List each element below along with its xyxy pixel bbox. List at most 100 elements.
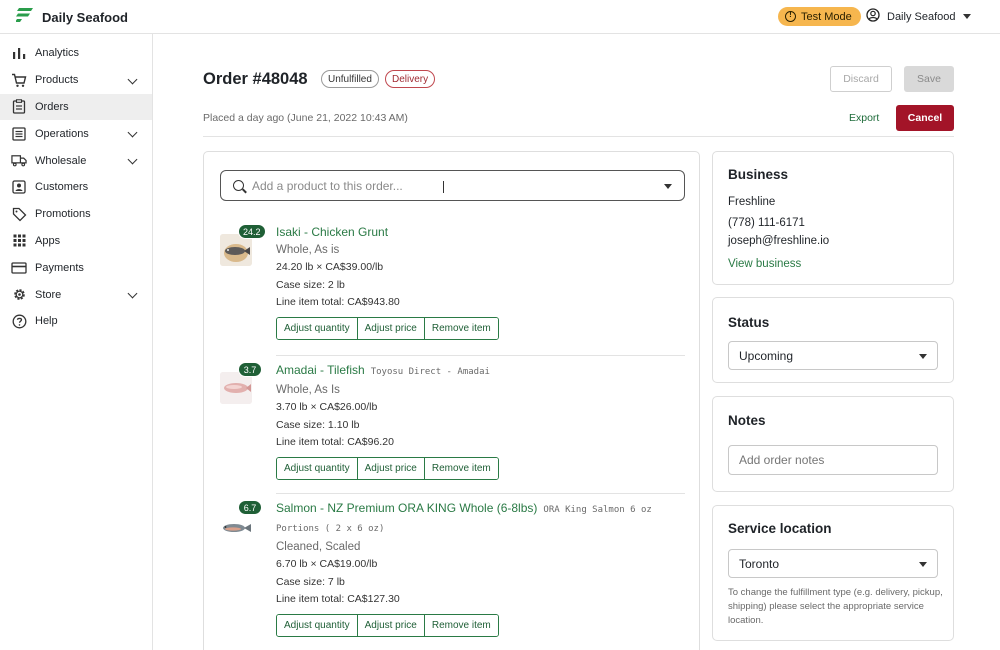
- top-bar: Daily Seafood Test Mode Daily Seafood: [0, 0, 1000, 34]
- sidebar-item-label: Promotions: [35, 208, 91, 221]
- status-select[interactable]: Upcoming: [728, 341, 938, 370]
- sidebar-item-apps[interactable]: Apps: [0, 228, 152, 255]
- sidebar-item-customers[interactable]: Customers: [0, 174, 152, 201]
- line-item-total: Line item total: CA$943.80: [276, 296, 400, 308]
- clipboard-icon: [11, 99, 27, 115]
- service-location-help: To change the fulfillment type (e.g. del…: [728, 587, 943, 626]
- sidebar-item-analytics[interactable]: Analytics: [0, 40, 152, 67]
- product-search-input[interactable]: [252, 178, 632, 193]
- sidebar-item-payments[interactable]: Payments: [0, 254, 152, 281]
- product-variant: Cleaned, Scaled: [276, 541, 361, 553]
- chevron-down-icon: [919, 354, 927, 359]
- status-card: Status Upcoming: [712, 297, 954, 383]
- truck-icon: [11, 153, 27, 169]
- save-button[interactable]: Save: [904, 66, 954, 92]
- gear-icon: [11, 287, 27, 303]
- sidebar-item-label: Wholesale: [35, 154, 87, 167]
- business-card: Business Freshline (778) 111-6171 joseph…: [712, 151, 954, 285]
- cart-icon: [11, 72, 27, 88]
- view-business-link[interactable]: View business: [728, 258, 801, 270]
- service-location-card: Service location Toronto To change the f…: [712, 505, 954, 641]
- sidebar-item-store[interactable]: Store: [0, 281, 152, 308]
- product-name[interactable]: Salmon - NZ Premium ORA KING Whole (6-8l…: [276, 501, 537, 515]
- order-notes-input[interactable]: [728, 445, 938, 475]
- product-search[interactable]: [220, 170, 685, 201]
- search-icon: [233, 180, 244, 191]
- service-location-heading: Service location: [728, 521, 832, 536]
- product-name-link[interactable]: Salmon - NZ Premium ORA KING Whole (6-8l…: [276, 500, 681, 538]
- remove-item-button[interactable]: Remove item: [423, 457, 498, 479]
- adjust-price-button[interactable]: Adjust price: [356, 317, 424, 339]
- item-actions: Adjust quantity Adjust price Remove item: [276, 456, 499, 480]
- brand-logo-icon: [15, 7, 34, 28]
- person-icon: [11, 179, 27, 195]
- price-line: 24.20 lb × CA$39.00/lb: [276, 261, 384, 273]
- grid-icon: [11, 233, 27, 249]
- test-mode-badge[interactable]: Test Mode: [778, 7, 861, 26]
- chevron-down-icon[interactable]: [127, 74, 138, 85]
- alert-icon: [785, 10, 796, 22]
- product-name[interactable]: Amadai - Tilefish: [276, 363, 365, 377]
- product-variant: Whole, As is: [276, 244, 340, 256]
- service-location-select[interactable]: Toronto: [728, 549, 938, 578]
- remove-item-button[interactable]: Remove item: [423, 317, 498, 339]
- help-icon: [11, 313, 27, 329]
- notes-card: Notes: [712, 396, 954, 492]
- sidebar-item-promotions[interactable]: Promotions: [0, 201, 152, 228]
- placed-date: Placed a day ago (June 21, 2022 10:43 AM…: [203, 112, 408, 124]
- adjust-price-button[interactable]: Adjust price: [356, 614, 424, 636]
- business-name: Freshline: [728, 196, 776, 208]
- sidebar-item-wholesale[interactable]: Wholesale: [0, 147, 152, 174]
- brand-name: Daily Seafood: [42, 10, 128, 25]
- sidebar-item-products[interactable]: Products: [0, 67, 152, 94]
- sidebar-item-orders[interactable]: Orders: [0, 93, 152, 121]
- test-mode-label: Test Mode: [801, 10, 852, 23]
- adjust-quantity-button[interactable]: Adjust quantity: [277, 317, 357, 339]
- business-phone: (778) 111-6171: [728, 217, 805, 229]
- account-menu[interactable]: Daily Seafood: [866, 8, 971, 25]
- product-name-link[interactable]: Amadai - Tilefish Toyosu Direct - Amadai: [276, 362, 681, 381]
- case-size: Case size: 1.10 lb: [276, 418, 360, 431]
- product-name[interactable]: Isaki - Chicken Grunt: [276, 225, 388, 239]
- export-button[interactable]: Export: [849, 112, 879, 124]
- sidebar-item-label: Store: [35, 288, 62, 301]
- chevron-down-icon[interactable]: [664, 184, 672, 189]
- list-icon: [11, 126, 27, 142]
- case-size: Case size: 2 lb: [276, 278, 345, 291]
- sidebar-item-help[interactable]: Help: [0, 308, 152, 335]
- line-item-total: Line item total: CA$96.20: [276, 436, 394, 448]
- price-line: 6.70 lb × CA$19.00/lb: [276, 558, 378, 570]
- delivery-type-badge: Delivery: [385, 70, 436, 88]
- discard-button[interactable]: Discard: [830, 66, 892, 92]
- adjust-price-button[interactable]: Adjust price: [356, 457, 424, 479]
- brand[interactable]: Daily Seafood: [15, 7, 128, 28]
- line-items-card: 24.2 Isaki - Chicken Grunt Whole, As is …: [203, 151, 700, 650]
- chevron-down-icon[interactable]: [127, 154, 138, 165]
- chevron-down-icon: [962, 14, 971, 19]
- status-value: Upcoming: [739, 348, 794, 363]
- account-name: Daily Seafood: [887, 10, 956, 23]
- sidebar-item-label: Orders: [35, 100, 69, 113]
- sidebar-item-label: Help: [35, 315, 58, 328]
- remove-item-button[interactable]: Remove item: [423, 614, 498, 636]
- business-heading: Business: [728, 167, 789, 182]
- user-icon: [866, 8, 880, 25]
- tag-icon: [11, 206, 27, 222]
- cancel-order-button[interactable]: Cancel: [896, 105, 954, 131]
- adjust-quantity-button[interactable]: Adjust quantity: [277, 457, 357, 479]
- divider: [203, 136, 954, 137]
- service-location-value: Toronto: [739, 556, 780, 571]
- chevron-down-icon[interactable]: [127, 127, 138, 138]
- chevron-down-icon[interactable]: [127, 288, 138, 299]
- card-icon: [11, 260, 27, 276]
- case-size: Case size: 7 lb: [276, 575, 345, 588]
- sidebar-item-label: Payments: [35, 261, 84, 274]
- bar-chart-icon: [11, 45, 27, 61]
- line-item-total: Line item total: CA$127.30: [276, 593, 400, 605]
- item-actions: Adjust quantity Adjust price Remove item: [276, 316, 499, 340]
- quantity-badge: 24.2: [238, 224, 266, 239]
- sidebar-item-operations[interactable]: Operations: [0, 120, 152, 147]
- divider: [276, 493, 685, 494]
- adjust-quantity-button[interactable]: Adjust quantity: [277, 614, 357, 636]
- product-name-link[interactable]: Isaki - Chicken Grunt: [276, 224, 681, 241]
